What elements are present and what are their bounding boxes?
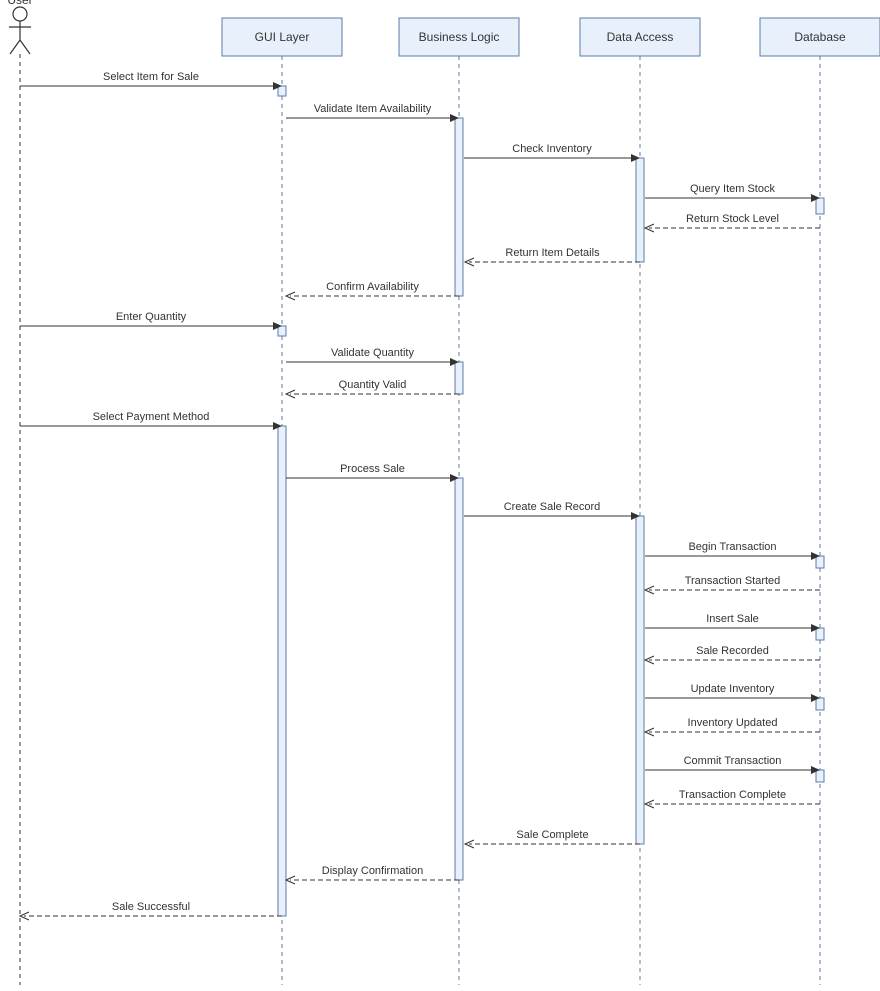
message-label: Confirm Availability bbox=[326, 281, 419, 293]
message-label: Return Item Details bbox=[505, 247, 600, 259]
message-label: Select Item for Sale bbox=[103, 71, 199, 83]
message-label: Sale Successful bbox=[112, 901, 190, 913]
messages: Select Item for Sale Validate Item Availa… bbox=[20, 71, 820, 920]
message-label: Create Sale Record bbox=[504, 501, 601, 513]
participant-label: Data Access bbox=[607, 30, 674, 44]
sequence-diagram: User GUI Layer Business Logic Data Acces… bbox=[0, 0, 880, 991]
message-label: Quantity Valid bbox=[339, 379, 407, 391]
message-label: Begin Transaction bbox=[688, 541, 776, 553]
message-label: Validate Item Availability bbox=[314, 103, 432, 115]
message-label: Inventory Updated bbox=[688, 717, 778, 729]
message-label: Insert Sale bbox=[706, 613, 759, 625]
participant-data: Data Access bbox=[580, 18, 700, 56]
actor-label: User bbox=[7, 0, 32, 7]
message-label: Transaction Started bbox=[685, 575, 781, 587]
message-label: Process Sale bbox=[340, 463, 405, 475]
participant-db: Database bbox=[760, 18, 880, 56]
message-label: Return Stock Level bbox=[686, 213, 779, 225]
message-label: Check Inventory bbox=[512, 143, 592, 155]
message-label: Transaction Complete bbox=[679, 789, 786, 801]
participant-gui: GUI Layer bbox=[222, 18, 342, 56]
actor-user: User bbox=[7, 0, 32, 54]
message-label: Validate Quantity bbox=[331, 347, 414, 359]
participant-label: GUI Layer bbox=[255, 30, 310, 44]
participant-logic: Business Logic bbox=[399, 18, 519, 56]
message-label: Update Inventory bbox=[691, 683, 775, 695]
message-label: Query Item Stock bbox=[690, 183, 775, 195]
message-label: Commit Transaction bbox=[684, 755, 782, 767]
message-label: Select Payment Method bbox=[93, 411, 210, 423]
participant-label: Business Logic bbox=[419, 30, 500, 44]
message-label: Sale Complete bbox=[516, 829, 588, 841]
message-label: Sale Recorded bbox=[696, 645, 769, 657]
participant-label: Database bbox=[794, 30, 846, 44]
message-label: Enter Quantity bbox=[116, 311, 187, 323]
message-label: Display Confirmation bbox=[322, 865, 423, 877]
